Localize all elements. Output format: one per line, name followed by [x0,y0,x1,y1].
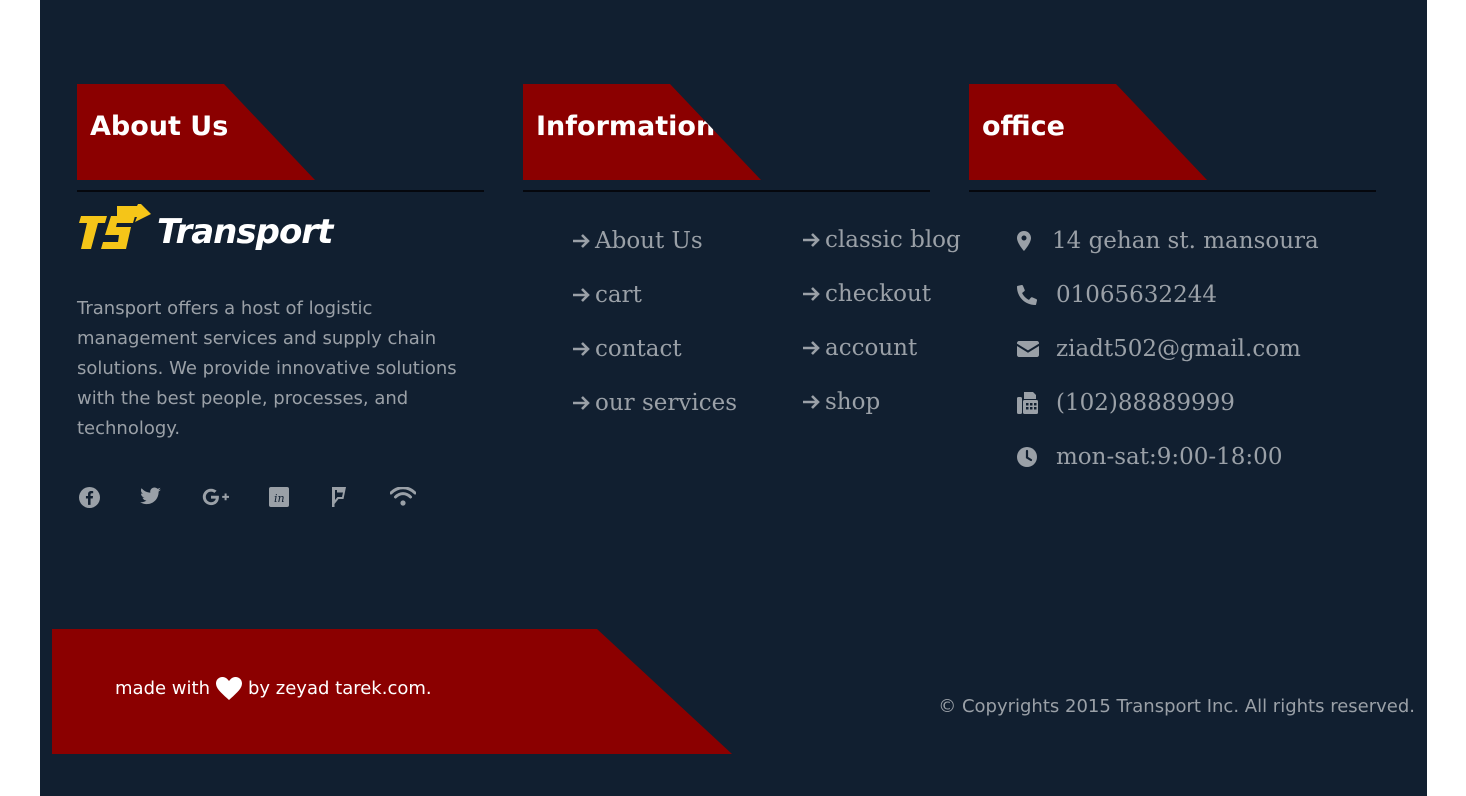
rss-icon[interactable] [389,484,417,510]
arrow-right-icon [803,341,820,355]
fax-icon [1017,392,1056,414]
divider [77,190,484,192]
foursquare-icon[interactable] [327,484,351,510]
about-us-title: About Us [90,111,229,142]
ts-arrow-logo-icon [79,204,151,249]
information-heading: Information [523,84,761,180]
clock-icon [1017,447,1056,467]
phone-icon [1017,285,1056,305]
about-us-heading: About Us [77,84,315,180]
arrow-right-icon [573,288,590,302]
office-phone: 01065632244 [1017,282,1217,308]
arrow-right-icon [573,396,590,410]
footer-link-classic-blog[interactable]: classic blog [802,227,961,253]
brand-name: Transport [157,212,333,252]
twitter-icon[interactable] [138,484,162,510]
footer-link-checkout[interactable]: checkout [802,281,931,307]
google-plus-icon[interactable] [201,484,231,510]
office-title: office [982,111,1065,142]
divider [523,190,930,192]
svg-text:in: in [274,492,285,505]
office-email: ziadt502@gmail.com [1017,336,1301,362]
office-address: 14 gehan st. mansoura [1017,228,1319,254]
map-marker-icon [1017,231,1052,251]
arrow-right-icon [573,342,590,356]
footer-link-account[interactable]: account [802,335,917,361]
footer-link-our-services[interactable]: our services [572,390,737,416]
footer-link-contact[interactable]: contact [572,336,682,362]
arrow-right-icon [803,287,820,301]
office-hours: mon-sat:9:00-18:00 [1017,444,1282,470]
footer-link-about-us[interactable]: About Us [572,228,703,254]
facebook-icon[interactable] [77,484,101,510]
arrow-right-icon [803,395,820,409]
divider [969,190,1376,192]
copyright-text: © Copyrights 2015 Transport Inc. All rig… [938,696,1415,717]
office-fax: (102)88889999 [1017,390,1235,416]
footer-link-cart[interactable]: cart [572,282,642,308]
arrow-right-icon [803,233,820,247]
made-with-credit: made with by zeyad tarek.com. [115,677,432,700]
heart-icon [215,677,242,700]
credits-bar: made with by zeyad tarek.com. [52,629,732,754]
arrow-right-icon [573,234,590,248]
site-footer: About Us Information office Transport Tr… [40,0,1427,796]
footer-link-shop[interactable]: shop [802,389,880,415]
office-heading: office [969,84,1207,180]
about-description: Transport offers a host of logistic mana… [77,298,457,439]
envelope-icon [1017,341,1056,357]
brand-logo[interactable]: Transport [77,204,333,256]
information-title: Information [536,111,716,142]
linkedin-icon[interactable]: in [267,484,291,510]
